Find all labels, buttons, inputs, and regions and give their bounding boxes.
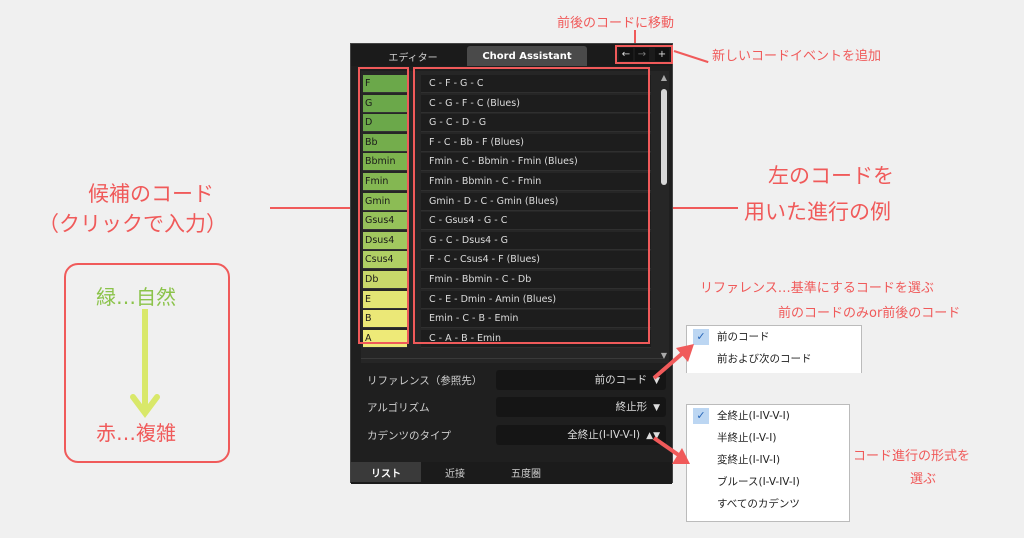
dropdown-option[interactable]: ✓ 全終止(I-IV-V-I) <box>687 405 849 427</box>
cadence-arrow-icon <box>652 436 690 464</box>
dropdown-option[interactable]: 半終止(I-V-I) <box>687 427 849 449</box>
legend-red-text: 赤…複雑 <box>96 421 176 445</box>
dropdown-option[interactable]: ブルース(I-V-IV-I) <box>687 471 849 493</box>
setting-label: アルゴリズム <box>367 402 430 414</box>
setting-value: 終止形 <box>615 401 648 413</box>
add-pointer-line <box>673 50 709 64</box>
option-label: 全終止(I-IV-V-I) <box>717 410 790 422</box>
option-label: 前のコード <box>717 331 770 343</box>
checkmark-icon: ✓ <box>693 408 709 424</box>
progressions-highlight-box <box>413 67 650 344</box>
nav-annotation: 前後のコードに移動 <box>557 16 675 31</box>
bottom-tab-bar: リスト 近接 五度圏 <box>351 462 672 484</box>
cadence-dropdown: ✓ 全終止(I-IV-V-I) 半終止(I-V-I) 変終止(I-IV-I) ブルース(… <box>686 404 850 522</box>
dropdown-option[interactable]: ✓ 前のコード <box>687 326 861 348</box>
chord-assistant-panel: エディター Chord Assistant ← → + FC - F - G -… <box>350 43 673 484</box>
reference-annotation-2: 前のコードのみor前後のコード <box>778 306 961 321</box>
option-label: 変終止(I-IV-I) <box>717 454 781 466</box>
setting-select[interactable]: 終止形 ▼ <box>496 397 666 417</box>
tab-chord-assistant[interactable]: Chord Assistant <box>467 46 587 66</box>
candidates-annotation-2: （クリックで入力） <box>38 212 227 236</box>
candidates-pointer-line <box>270 207 356 209</box>
cadence-annotation-1: コード進行の形式を <box>853 449 971 464</box>
dropdown-option[interactable]: すべてのカデンツ <box>687 493 849 515</box>
dropdown-arrow-icon: ▼ <box>653 403 660 413</box>
color-legend-box: 緑…自然 赤…複雑 <box>64 263 230 463</box>
option-label: 前および次のコード <box>717 353 812 365</box>
setting-select[interactable]: 前のコード ▼ <box>496 370 666 390</box>
scroll-up-icon[interactable]: ▲ <box>659 73 669 83</box>
list-scrollbar[interactable]: ▲ ▼ <box>659 71 669 363</box>
reference-annotation-1: リファレンス…基準にするコードを選ぶ <box>700 281 934 296</box>
nav-highlight-box <box>615 45 673 64</box>
legend-green-text: 緑…自然 <box>96 285 176 309</box>
tab-circle-of-fifths[interactable]: 五度圏 <box>491 462 561 482</box>
divider <box>361 358 663 359</box>
nav-pointer-line <box>634 30 636 44</box>
add-annotation: 新しいコードイベントを追加 <box>712 49 882 64</box>
tab-list[interactable]: リスト <box>351 462 421 482</box>
setting-value: 前のコード <box>594 374 648 386</box>
tab-proximity[interactable]: 近接 <box>425 462 485 482</box>
reference-dropdown: ✓ 前のコード前および次のコード <box>686 325 862 373</box>
setting-value: 全終止(I-IV-V-I) <box>567 429 641 441</box>
option-label: 半終止(I-V-I) <box>717 432 777 444</box>
dropdown-option[interactable]: 前および次のコード <box>687 348 861 370</box>
progression-annotation-1: 左のコードを <box>768 164 894 188</box>
tab-editor[interactable]: エディター <box>363 46 463 66</box>
setting-label: リファレンス（参照先） <box>367 375 483 387</box>
reference-arrow-icon <box>652 344 694 380</box>
scroll-thumb[interactable] <box>661 89 667 185</box>
setting-select[interactable]: 全終止(I-IV-V-I) ▲▼ <box>496 425 666 445</box>
option-label: すべてのカデンツ <box>717 498 800 510</box>
cadence-annotation-2: 選ぶ <box>910 472 937 487</box>
progression-annotation-2: 用いた進行の例 <box>744 200 891 224</box>
option-label: ブルース(I-V-IV-I) <box>717 476 800 488</box>
setting-label: カデンツのタイプ <box>367 430 451 442</box>
down-arrow-icon <box>130 309 160 418</box>
candidates-annotation-1: 候補のコード <box>88 182 214 206</box>
dropdown-option[interactable]: 変終止(I-IV-I) <box>687 449 849 471</box>
candidates-highlight-box <box>358 67 409 344</box>
